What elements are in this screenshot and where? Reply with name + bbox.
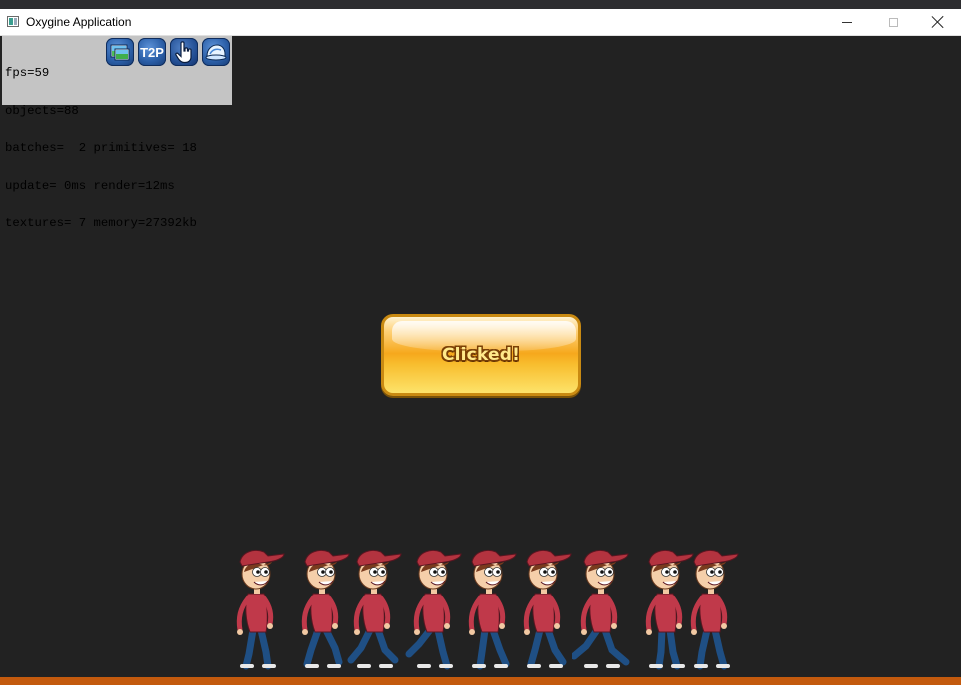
title-bar: Oxygine Application xyxy=(0,9,961,36)
walking-character xyxy=(515,542,575,670)
clicked-button[interactable]: Clicked! xyxy=(381,314,581,396)
minimize-button[interactable] xyxy=(824,9,870,35)
app-window: Oxygine Application fps=59 objects=88 ba… xyxy=(0,9,961,677)
close-button[interactable] xyxy=(915,9,961,35)
texture-inspector-icon xyxy=(110,44,130,61)
touch-inspector-button[interactable] xyxy=(170,38,198,66)
window-title: Oxygine Application xyxy=(26,15,132,29)
stat-objects: objects=88 xyxy=(5,103,79,118)
tree-inspector-icon xyxy=(205,44,227,61)
walking-character xyxy=(228,542,288,670)
debug-stats-panel: fps=59 objects=88 batches= 2 primitives=… xyxy=(2,36,232,229)
background-ide-menu xyxy=(0,0,961,9)
walking-character xyxy=(570,542,632,670)
texture-inspector-button[interactable] xyxy=(106,38,134,66)
t2p-button[interactable]: T2P xyxy=(138,38,166,66)
touch-hand-icon xyxy=(175,41,192,64)
stat-batches: batches= 2 primitives= 18 xyxy=(5,141,197,155)
clicked-button-label: Clicked! xyxy=(441,345,521,365)
walking-character xyxy=(345,542,405,670)
stats-text: fps=59 objects=88 batches= 2 primitives=… xyxy=(5,42,197,255)
maximize-button[interactable] xyxy=(870,9,916,35)
app-window-icon xyxy=(7,16,19,27)
stat-update: update= 0ms render=12ms xyxy=(5,178,175,193)
maximize-icon xyxy=(888,17,898,27)
walking-character xyxy=(460,542,520,670)
walking-character xyxy=(405,542,465,670)
stat-textures: textures= 7 memory=27392kb xyxy=(5,216,197,230)
walking-character xyxy=(682,542,742,670)
minimize-icon xyxy=(842,21,852,23)
close-icon xyxy=(932,16,944,28)
t2p-icon: T2P xyxy=(140,44,164,60)
status-bar xyxy=(0,677,961,685)
stat-fps: fps=59 xyxy=(5,66,50,80)
walking-character xyxy=(293,542,353,670)
tree-inspector-button[interactable] xyxy=(202,38,230,66)
